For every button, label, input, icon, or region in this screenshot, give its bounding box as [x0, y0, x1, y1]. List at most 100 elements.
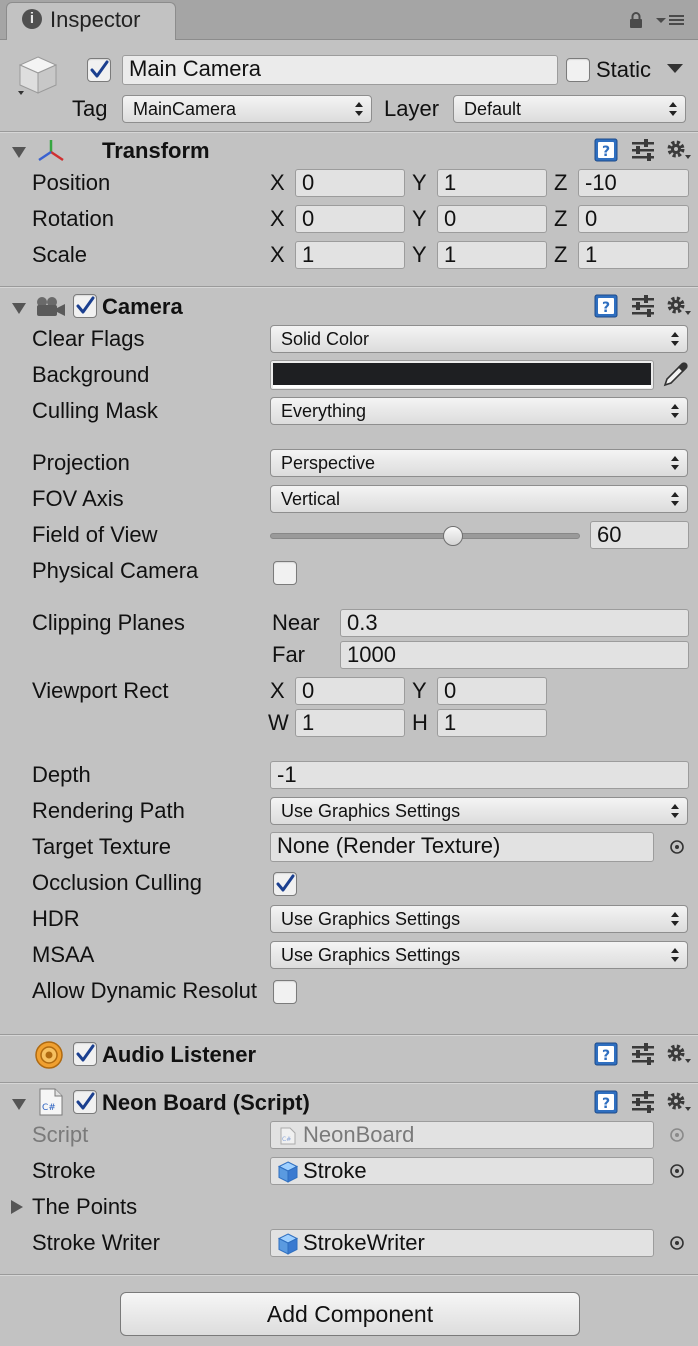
updown-arrow-icon [671, 804, 679, 818]
fov-slider-handle[interactable] [442, 526, 463, 546]
scale-z-field[interactable]: 1 [578, 241, 689, 269]
foldout-expanded-icon[interactable] [12, 145, 26, 159]
object-picker-icon[interactable] [669, 1163, 685, 1179]
prefab-cube-icon [277, 1233, 299, 1255]
viewport-w-field[interactable]: 1 [295, 709, 405, 737]
gear-icon[interactable] [667, 296, 692, 316]
component-header-icons: ? [594, 138, 692, 162]
culling-mask-dropdown[interactable]: Everything [270, 397, 688, 425]
component-header-icons: ? [594, 1042, 692, 1066]
updown-arrow-icon [671, 492, 679, 506]
divider [0, 131, 698, 133]
active-checkbox[interactable] [87, 58, 111, 82]
viewport-h-field[interactable]: 1 [437, 709, 547, 737]
presets-icon[interactable] [632, 1043, 654, 1065]
fov-axis-value: Vertical [281, 489, 341, 509]
panel-menu-icon[interactable] [654, 12, 686, 28]
updown-arrow-icon [669, 102, 677, 116]
gear-icon[interactable] [667, 1044, 692, 1064]
position-z-field[interactable]: -10 [578, 169, 689, 197]
viewport-x-field[interactable]: 0 [295, 677, 405, 705]
neon-board-enabled-checkbox[interactable] [73, 1090, 97, 1114]
the-points-label[interactable]: The Points [32, 1194, 137, 1220]
rotation-y-label: Y [412, 206, 427, 231]
add-component-button[interactable]: Add Component [120, 1292, 580, 1336]
background-color-field[interactable] [270, 360, 654, 390]
msaa-dropdown[interactable]: Use Graphics Settings [270, 941, 688, 969]
presets-icon[interactable] [632, 1091, 654, 1113]
position-x-field[interactable]: 0 [295, 169, 405, 197]
clear-flags-dropdown[interactable]: Solid Color [270, 325, 688, 353]
checkmark-icon [90, 60, 109, 78]
help-icon[interactable]: ? [594, 1042, 618, 1066]
rotation-z-field[interactable]: 0 [578, 205, 689, 233]
rotation-y-field[interactable]: 0 [437, 205, 547, 233]
object-picker-icon[interactable] [669, 1235, 685, 1251]
position-x-label: X [270, 170, 285, 195]
viewport-x-label: X [270, 678, 285, 703]
projection-dropdown[interactable]: Perspective [270, 449, 688, 477]
divider [0, 1082, 698, 1084]
tag-label: Tag [72, 96, 108, 121]
tag-dropdown[interactable]: MainCamera [122, 95, 372, 123]
svg-text:?: ? [602, 1096, 610, 1112]
scale-x-field[interactable]: 1 [295, 241, 405, 269]
target-texture-field[interactable]: None (Render Texture) [270, 832, 654, 862]
fov-slider-track[interactable] [270, 533, 580, 539]
foldout-expanded-icon[interactable] [12, 301, 26, 315]
layer-dropdown[interactable]: Default [453, 95, 686, 123]
scale-y-field[interactable]: 1 [437, 241, 547, 269]
occlusion-culling-checkbox[interactable] [273, 872, 297, 896]
tag-value: MainCamera [133, 99, 237, 119]
position-y-field[interactable]: 1 [437, 169, 547, 197]
neon-board-title: Neon Board (Script) [102, 1090, 310, 1115]
gear-icon[interactable] [667, 1092, 692, 1112]
clipping-planes-label: Clipping Planes [32, 610, 185, 635]
updown-arrow-icon [355, 102, 363, 116]
stroke-writer-value: StrokeWriter [303, 1230, 425, 1255]
foldout-collapsed-icon[interactable] [10, 1200, 24, 1214]
fov-field[interactable]: 60 [590, 521, 689, 549]
viewport-rect-label: Viewport Rect [32, 678, 169, 703]
svg-text:C#: C# [42, 1103, 56, 1113]
object-picker-icon[interactable] [669, 839, 685, 855]
lock-icon[interactable] [628, 12, 644, 28]
rendering-path-dropdown[interactable]: Use Graphics Settings [270, 797, 688, 825]
prefab-cube-icon [277, 1161, 299, 1183]
projection-label: Projection [32, 450, 130, 475]
occlusion-culling-label: Occlusion Culling [32, 870, 202, 895]
eyedropper-icon[interactable] [662, 362, 688, 388]
object-name-input[interactable]: Main Camera [122, 55, 558, 85]
static-checkbox[interactable] [566, 58, 590, 82]
depth-field[interactable]: -1 [270, 761, 689, 789]
stroke-field[interactable]: Stroke [270, 1157, 654, 1185]
dynamic-resolution-checkbox[interactable] [273, 980, 297, 1004]
help-icon[interactable]: ? [594, 1090, 618, 1114]
rotation-x-field[interactable]: 0 [295, 205, 405, 233]
help-icon[interactable]: ? [594, 138, 618, 162]
camera-enabled-checkbox[interactable] [73, 294, 97, 318]
hdr-dropdown[interactable]: Use Graphics Settings [270, 905, 688, 933]
fov-axis-dropdown[interactable]: Vertical [270, 485, 688, 513]
scale-z-label: Z [554, 242, 568, 267]
near-label: Near [272, 610, 320, 635]
viewport-h-label: H [412, 710, 428, 735]
viewport-y-field[interactable]: 0 [437, 677, 547, 705]
foldout-expanded-icon[interactable] [12, 1097, 26, 1111]
far-field[interactable]: 1000 [340, 641, 689, 669]
msaa-value: Use Graphics Settings [281, 945, 461, 965]
near-field[interactable]: 0.3 [340, 609, 689, 637]
static-label: Static [596, 57, 652, 82]
stroke-value: Stroke [303, 1158, 367, 1183]
physical-camera-label: Physical Camera [32, 558, 199, 583]
gear-icon[interactable] [667, 140, 692, 160]
viewport-w-label: W [268, 710, 289, 735]
stroke-writer-field[interactable]: StrokeWriter [270, 1229, 654, 1257]
presets-icon[interactable] [632, 139, 654, 161]
audio-listener-enabled-checkbox[interactable] [73, 1042, 97, 1066]
help-icon[interactable]: ? [594, 294, 618, 318]
clear-flags-label: Clear Flags [32, 326, 145, 351]
physical-camera-checkbox[interactable] [273, 561, 297, 585]
static-dropdown-icon[interactable] [666, 63, 684, 75]
presets-icon[interactable] [632, 295, 654, 317]
